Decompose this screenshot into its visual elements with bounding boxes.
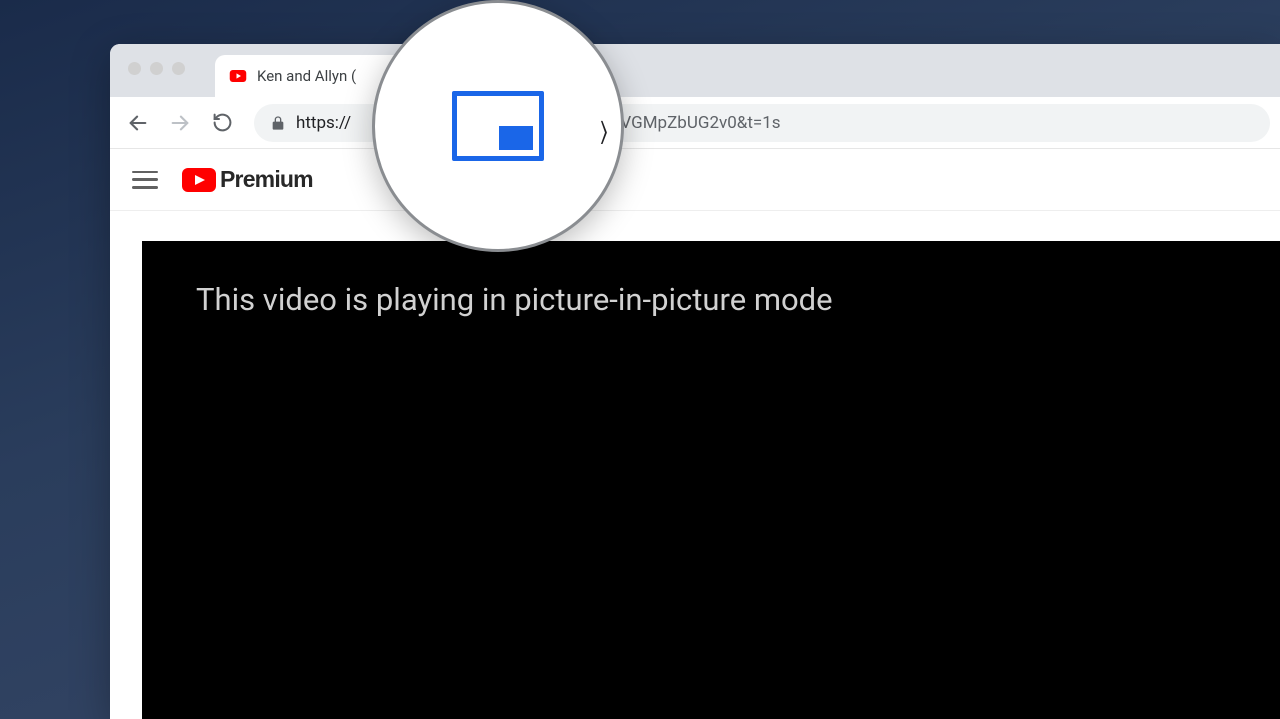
video-player[interactable]: This video is playing in picture-in-pict… [142, 241, 1280, 719]
forward-button[interactable] [162, 105, 198, 141]
youtube-header: Premium n [110, 149, 1280, 211]
menu-button[interactable] [132, 171, 158, 189]
arrow-right-icon [169, 112, 191, 134]
magnifier-content: › [375, 3, 621, 249]
youtube-logo[interactable]: Premium [182, 166, 313, 193]
youtube-premium-label: Premium [220, 166, 313, 193]
browser-window: Ken and Allyn ( https:// =VGMpZbUG2v0&t=… [110, 44, 1280, 719]
close-window-button[interactable] [128, 62, 141, 75]
tab-title: Ken and Allyn ( [257, 67, 356, 85]
reload-icon [212, 112, 233, 133]
browser-toolbar: https:// =VGMpZbUG2v0&t=1s [110, 97, 1280, 149]
url-text-left: https:// [296, 113, 351, 133]
back-button[interactable] [120, 105, 156, 141]
maximize-window-button[interactable] [172, 62, 185, 75]
url-text-right: =VGMpZbUG2v0&t=1s [611, 113, 781, 133]
window-controls [128, 62, 185, 75]
youtube-favicon-icon [229, 67, 247, 85]
chevron-fragment-icon: › [600, 93, 609, 164]
youtube-play-icon [182, 168, 216, 192]
picture-in-picture-icon[interactable] [452, 91, 544, 161]
reload-button[interactable] [204, 105, 240, 141]
lock-icon [270, 115, 286, 131]
tab-strip: Ken and Allyn ( [110, 44, 1280, 97]
hamburger-icon [132, 171, 158, 174]
minimize-window-button[interactable] [150, 62, 163, 75]
pip-status-message: This video is playing in picture-in-pict… [196, 281, 1226, 318]
arrow-left-icon [127, 112, 149, 134]
magnifier-overlay: › [372, 0, 624, 252]
